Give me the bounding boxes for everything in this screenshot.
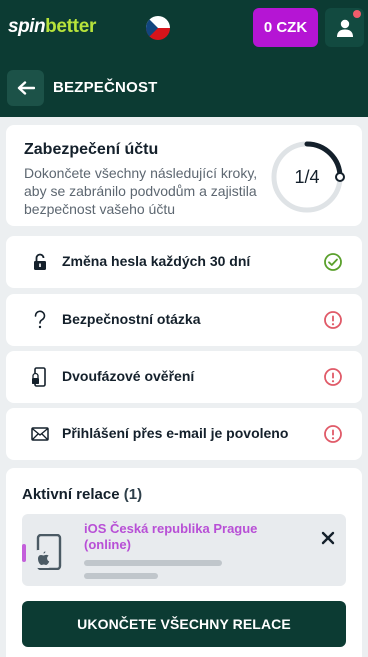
envelope-icon xyxy=(30,424,50,444)
user-icon xyxy=(336,19,353,37)
security-score-card: Zabezpečení účtu Dokončete všechny násle… xyxy=(6,125,362,226)
security-item-email-login[interactable]: Přihlášení přes e-mail je povoleno xyxy=(6,408,362,460)
question-icon xyxy=(30,310,50,330)
notification-dot xyxy=(353,10,361,18)
page-header: BEZPEČNOST xyxy=(0,59,368,117)
session-details-redacted xyxy=(84,573,158,579)
close-icon[interactable] xyxy=(319,529,337,547)
lock-icon xyxy=(30,252,50,272)
top-bar: spin better 0 CZK xyxy=(0,0,368,59)
mobile-apple-icon xyxy=(36,534,62,570)
cz-flag-icon[interactable] xyxy=(146,16,170,40)
session-active-indicator xyxy=(22,544,26,562)
security-item-label: Bezpečnostní otázka xyxy=(62,311,201,327)
logo-better-text: better xyxy=(45,16,97,37)
logo-spin-text: spin xyxy=(8,16,46,37)
session-details-redacted xyxy=(84,560,222,566)
security-score-description: Dokončete všechny následující kroky, aby… xyxy=(24,165,258,217)
security-item-label: Přihlášení přes e-mail je povoleno xyxy=(62,425,289,441)
logo[interactable]: spin better xyxy=(8,16,96,42)
security-item-password[interactable]: Změna hesla každých 30 dní xyxy=(6,236,362,288)
end-all-sessions-button[interactable]: UKONČETE VŠECHNY RELACE xyxy=(22,601,346,647)
back-button[interactable] xyxy=(7,70,44,106)
warning-circle-icon xyxy=(324,311,342,329)
active-sessions-count: (1) xyxy=(123,486,143,503)
security-item-label: Změna hesla každých 30 dní xyxy=(62,253,251,269)
session-name: iOS Česká republika Prague (online) xyxy=(84,521,258,552)
balance-button[interactable]: 0 CZK xyxy=(253,8,318,47)
active-sessions-title: Aktivní relace (1) xyxy=(22,486,142,503)
phone-lock-icon xyxy=(30,367,50,387)
security-score-title: Zabezpečení účtu xyxy=(24,141,159,158)
page-title: BEZPEČNOST xyxy=(53,79,158,96)
session-item: iOS Česká republika Prague (online) xyxy=(22,514,346,586)
check-circle-icon xyxy=(324,253,342,271)
warning-circle-icon xyxy=(324,368,342,386)
security-item-2fa[interactable]: Dvoufázové ověření xyxy=(6,351,362,403)
arrow-left-icon xyxy=(17,81,35,95)
warning-circle-icon xyxy=(324,425,342,443)
active-sessions-card: Aktivní relace (1) iOS Česká republika P… xyxy=(6,468,362,657)
security-item-question[interactable]: Bezpečnostní otázka xyxy=(6,294,362,346)
progress-label: 1/4 xyxy=(294,166,320,187)
active-sessions-label: Aktivní relace xyxy=(22,486,120,503)
security-item-label: Dvoufázové ověření xyxy=(62,368,195,384)
